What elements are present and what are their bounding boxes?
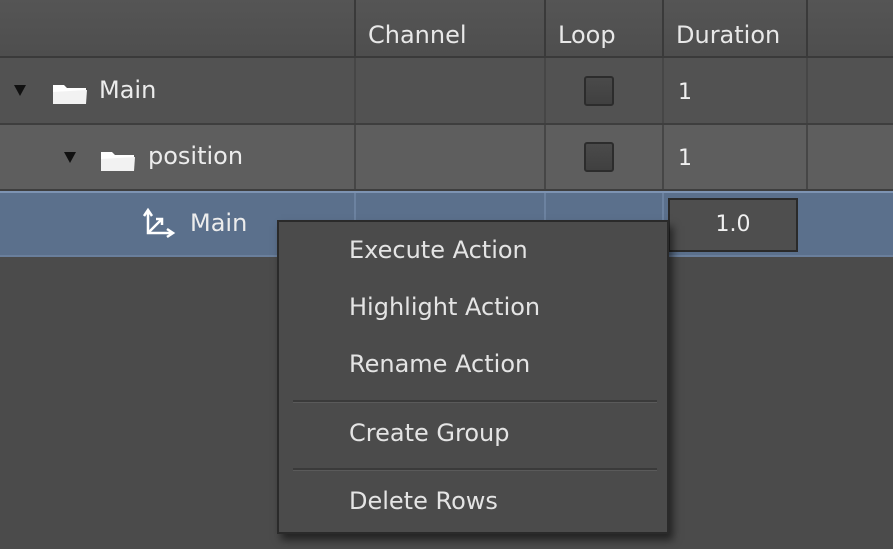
loop-cell <box>546 58 664 123</box>
expand-arrow-icon[interactable] <box>14 85 26 96</box>
header-duration-label: Duration <box>676 21 781 49</box>
table-header: Channel Loop Duration <box>0 0 893 58</box>
menu-separator <box>293 400 657 403</box>
header-loop-label: Loop <box>558 21 616 49</box>
duration-value: 1 <box>678 80 692 105</box>
header-channel-label: Channel <box>368 21 467 49</box>
channel-cell <box>356 58 546 123</box>
menu-item-delete-rows[interactable]: Delete Rows <box>279 475 667 527</box>
duration-input[interactable]: 1.0 <box>668 198 798 252</box>
name-cell: Main <box>0 58 356 123</box>
expand-arrow-icon[interactable] <box>64 152 76 163</box>
menu-item-execute-action[interactable]: Execute Action <box>279 224 667 276</box>
menu-item-highlight-action[interactable]: Highlight Action <box>279 281 667 333</box>
menu-item-create-group[interactable]: Create Group <box>279 407 667 459</box>
duration-cell[interactable]: 1 <box>664 58 808 123</box>
context-menu: Execute Action Highlight Action Rename A… <box>277 220 669 534</box>
folder-icon <box>101 152 135 171</box>
loop-checkbox[interactable] <box>584 142 614 172</box>
loop-checkbox[interactable] <box>584 76 614 106</box>
table-row-main-group[interactable]: Main 1 <box>0 58 893 125</box>
header-loop-column[interactable]: Loop <box>546 0 664 56</box>
row-label: Main <box>99 76 157 104</box>
menu-separator <box>293 468 657 471</box>
action-list-panel: Channel Loop Duration Main 1 position 1 … <box>0 0 893 549</box>
extra-cell <box>808 125 893 189</box>
duration-cell[interactable]: 1 <box>664 125 808 189</box>
extra-cell <box>808 193 893 255</box>
channel-cell <box>356 125 546 189</box>
loop-cell <box>546 125 664 189</box>
header-duration-column[interactable]: Duration <box>664 0 808 56</box>
header-name-column[interactable] <box>0 0 356 56</box>
duration-value: 1 <box>678 146 692 171</box>
axis-icon <box>142 207 176 239</box>
extra-cell <box>808 58 893 123</box>
row-label: Main <box>190 209 248 237</box>
row-label: position <box>148 142 244 170</box>
header-channel-column[interactable]: Channel <box>356 0 546 56</box>
header-extra-column <box>808 0 893 56</box>
table-row-position-group[interactable]: position 1 <box>0 125 893 191</box>
name-cell: position <box>0 125 356 189</box>
menu-item-rename-action[interactable]: Rename Action <box>279 338 667 390</box>
folder-icon <box>53 85 87 104</box>
